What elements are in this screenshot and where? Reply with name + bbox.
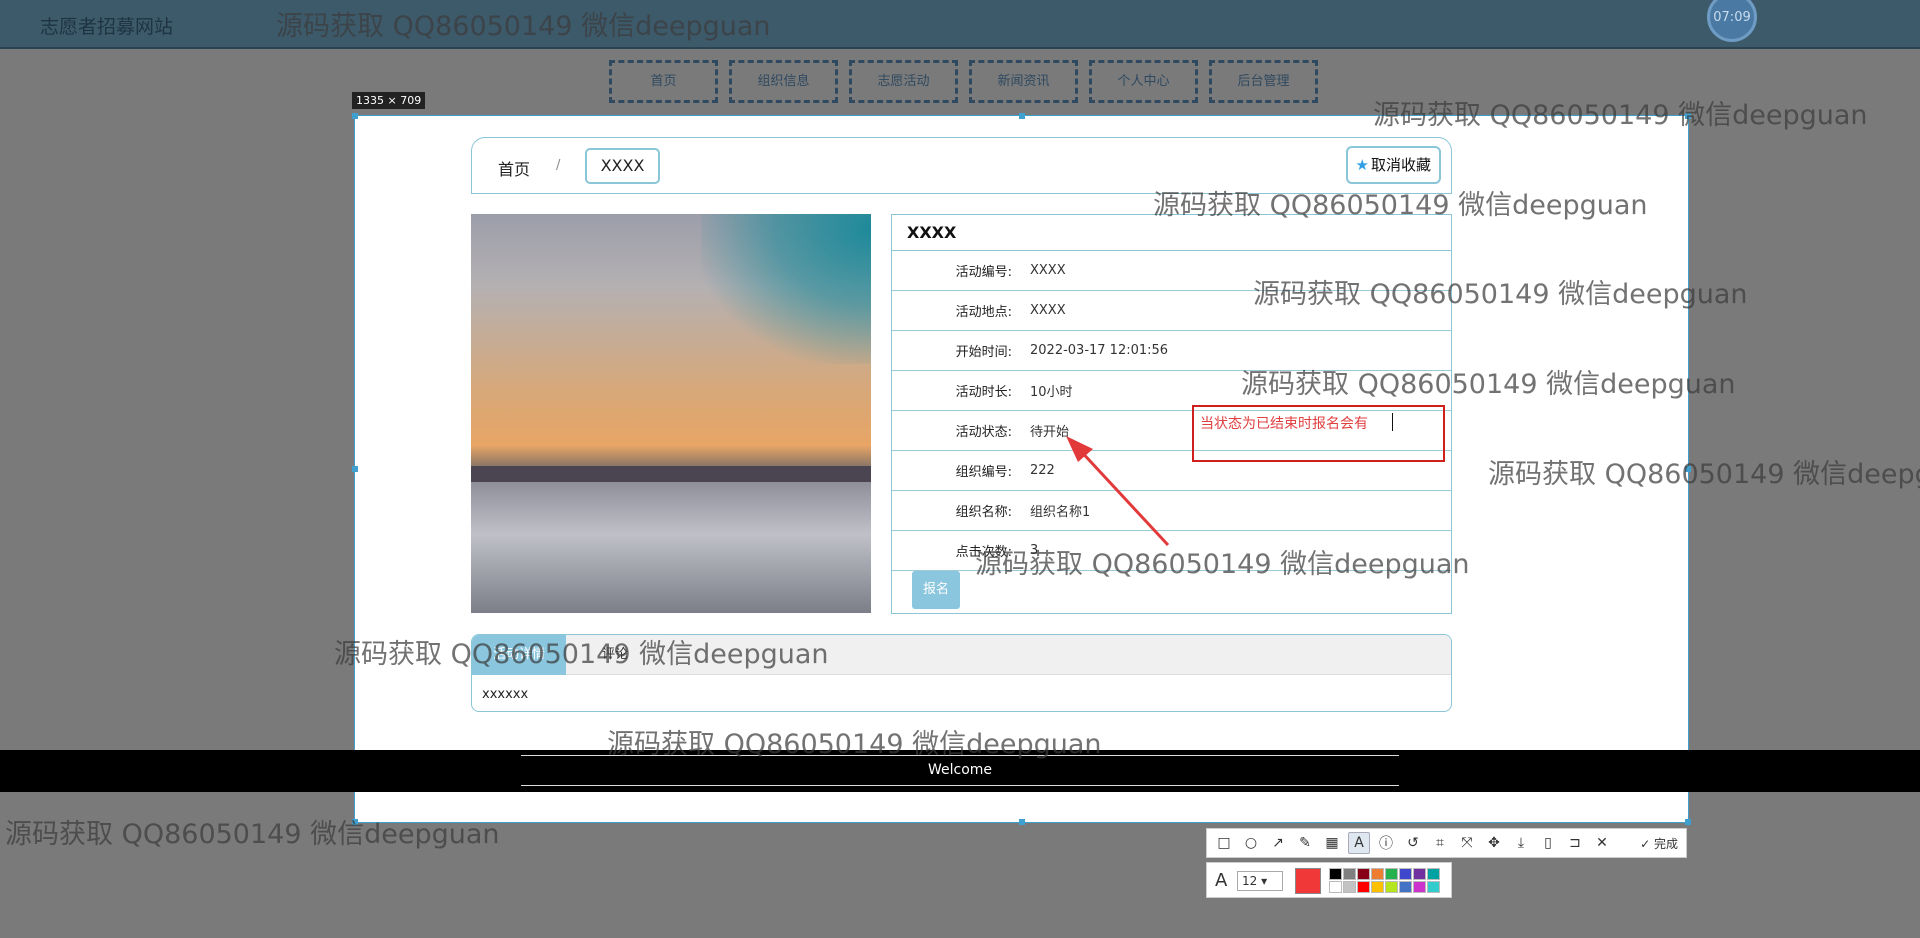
field-label: 活动编号: bbox=[955, 265, 1012, 280]
site-title[interactable]: 志愿者招募网站 bbox=[40, 12, 173, 39]
arrow-icon[interactable]: ↗ bbox=[1267, 832, 1289, 854]
check-icon: ✓ bbox=[1640, 836, 1651, 851]
mosaic-icon[interactable]: ▦ bbox=[1321, 832, 1343, 854]
signup-button[interactable]: 报名 bbox=[912, 571, 960, 609]
field-value: XXXX bbox=[1030, 303, 1066, 318]
ocr-icon[interactable]: ⌗ bbox=[1429, 832, 1451, 854]
serial-number-icon[interactable]: ⓘ bbox=[1375, 832, 1397, 854]
pin-icon[interactable]: ✥ bbox=[1483, 832, 1505, 854]
resize-handle[interactable] bbox=[1685, 819, 1691, 825]
undo-icon[interactable]: ↺ bbox=[1402, 832, 1424, 854]
watermark: 源码获取 QQ86050149 微信deepguan bbox=[1488, 459, 1920, 490]
field-label: 活动状态: bbox=[955, 425, 1012, 440]
save-icon[interactable]: ▯ bbox=[1537, 832, 1559, 854]
font-size-value: 12 bbox=[1242, 874, 1258, 888]
watermark: 源码获取 QQ86050149 微信deepguan bbox=[607, 729, 1102, 760]
breadcrumb-home[interactable]: 首页 bbox=[498, 156, 530, 180]
color-swatch[interactable] bbox=[1413, 881, 1426, 893]
unfavorite-button[interactable]: ★ 取消收藏 bbox=[1345, 146, 1441, 184]
close-icon[interactable]: ✕ bbox=[1591, 832, 1613, 854]
resize-handle[interactable] bbox=[352, 113, 358, 119]
current-color-swatch[interactable] bbox=[1295, 868, 1321, 894]
nav-item-activities[interactable]: 志愿活动 bbox=[849, 60, 958, 103]
watermark: 源码获取 QQ86050149 微信deepguan bbox=[276, 11, 771, 42]
nav-item-home[interactable]: 首页 bbox=[609, 60, 718, 103]
nav-item-news[interactable]: 新闻资讯 bbox=[969, 60, 1078, 103]
ellipse-icon[interactable]: ○ bbox=[1240, 832, 1262, 854]
nav-item-profile[interactable]: 个人中心 bbox=[1089, 60, 1198, 103]
color-swatch[interactable] bbox=[1427, 881, 1440, 893]
color-swatch[interactable] bbox=[1385, 881, 1398, 893]
watermark: 源码获取 QQ86050149 微信deepguan bbox=[975, 549, 1470, 580]
color-swatch[interactable] bbox=[1385, 868, 1398, 880]
color-swatch[interactable] bbox=[1357, 881, 1370, 893]
selection-dimensions: 1335 × 709 bbox=[352, 92, 426, 109]
field-label: 开始时间: bbox=[955, 345, 1012, 360]
color-swatch[interactable] bbox=[1343, 881, 1356, 893]
scroll-capture-icon[interactable]: ⤧ bbox=[1456, 832, 1478, 854]
pen-icon[interactable]: ✎ bbox=[1294, 832, 1316, 854]
nav-item-organizations[interactable]: 组织信息 bbox=[729, 60, 838, 103]
download-icon[interactable]: ⤓ bbox=[1510, 832, 1532, 854]
color-swatch[interactable] bbox=[1371, 868, 1384, 880]
tab-content: xxxxxx bbox=[482, 687, 529, 702]
bookmark-icon[interactable]: ⊐ bbox=[1564, 832, 1586, 854]
field-value: 待开始 bbox=[1030, 425, 1070, 440]
field-label: 活动时长: bbox=[955, 385, 1012, 400]
info-row: 组织名称: 组织名称1 bbox=[892, 491, 1451, 531]
field-label: 组织编号: bbox=[955, 465, 1012, 480]
font-size-select[interactable]: 12 ▾ bbox=[1237, 871, 1283, 891]
field-value: 10小时 bbox=[1030, 385, 1073, 400]
breadcrumb-separator: / bbox=[556, 158, 561, 173]
watermark: 源码获取 QQ86050149 微信deepguan bbox=[334, 639, 829, 670]
screenshot-toolbar: □ ○ ↗ ✎ ▦ A ⓘ ↺ ⌗ ⤧ ✥ ⤓ ▯ ⊐ ✕ ✓ 完成 bbox=[1206, 828, 1687, 858]
color-swatch[interactable] bbox=[1399, 881, 1412, 893]
text-options-toolbar: A 12 ▾ bbox=[1206, 862, 1452, 898]
annotation-text[interactable]: 当状态为已结束时报名会有 bbox=[1200, 413, 1368, 433]
field-value: 222 bbox=[1030, 463, 1055, 478]
activity-photo bbox=[471, 214, 871, 613]
done-button[interactable]: ✓ 完成 bbox=[1640, 835, 1678, 852]
color-swatch[interactable] bbox=[1399, 868, 1412, 880]
resize-handle[interactable] bbox=[1019, 113, 1025, 119]
watermark: 源码获取 QQ86050149 微信deepguan bbox=[1253, 279, 1748, 310]
field-value: XXXX bbox=[1030, 263, 1066, 278]
annotation-text-box[interactable]: 当状态为已结束时报名会有 bbox=[1192, 405, 1445, 462]
font-icon: A bbox=[1215, 870, 1228, 891]
done-label: 完成 bbox=[1653, 836, 1678, 851]
color-palette bbox=[1329, 868, 1440, 893]
field-value: 组织名称1 bbox=[1030, 505, 1091, 520]
text-cursor bbox=[1392, 413, 1393, 431]
rectangle-icon[interactable]: □ bbox=[1213, 832, 1235, 854]
color-swatch[interactable] bbox=[1413, 868, 1426, 880]
field-label: 组织名称: bbox=[955, 505, 1012, 520]
main-nav: 首页 组织信息 志愿活动 新闻资讯 个人中心 后台管理 bbox=[609, 60, 1318, 103]
resize-handle[interactable] bbox=[1019, 819, 1025, 825]
breadcrumb-current[interactable]: XXXX bbox=[585, 148, 660, 184]
watermark: 源码获取 QQ86050149 微信deepguan bbox=[1373, 100, 1868, 131]
watermark: 源码获取 QQ86050149 微信deepguan bbox=[5, 819, 500, 850]
watermark: 源码获取 QQ86050149 微信deepguan bbox=[1241, 369, 1736, 400]
color-swatch[interactable] bbox=[1427, 868, 1440, 880]
color-swatch[interactable] bbox=[1343, 868, 1356, 880]
star-icon: ★ bbox=[1355, 156, 1369, 174]
color-swatch[interactable] bbox=[1329, 881, 1342, 893]
field-label: 活动地点: bbox=[955, 305, 1012, 320]
color-swatch[interactable] bbox=[1357, 868, 1370, 880]
color-swatch[interactable] bbox=[1329, 868, 1342, 880]
text-icon[interactable]: A bbox=[1348, 832, 1370, 854]
unfavorite-label: 取消收藏 bbox=[1370, 156, 1431, 174]
clock-widget[interactable]: 07:09 bbox=[1707, 0, 1757, 42]
field-value: 2022-03-17 12:01:56 bbox=[1030, 343, 1169, 358]
resize-handle[interactable] bbox=[352, 466, 358, 472]
nav-item-admin[interactable]: 后台管理 bbox=[1209, 60, 1318, 103]
color-swatch[interactable] bbox=[1371, 881, 1384, 893]
watermark: 源码获取 QQ86050149 微信deepguan bbox=[1153, 190, 1648, 221]
footer-text: Welcome bbox=[927, 762, 993, 778]
